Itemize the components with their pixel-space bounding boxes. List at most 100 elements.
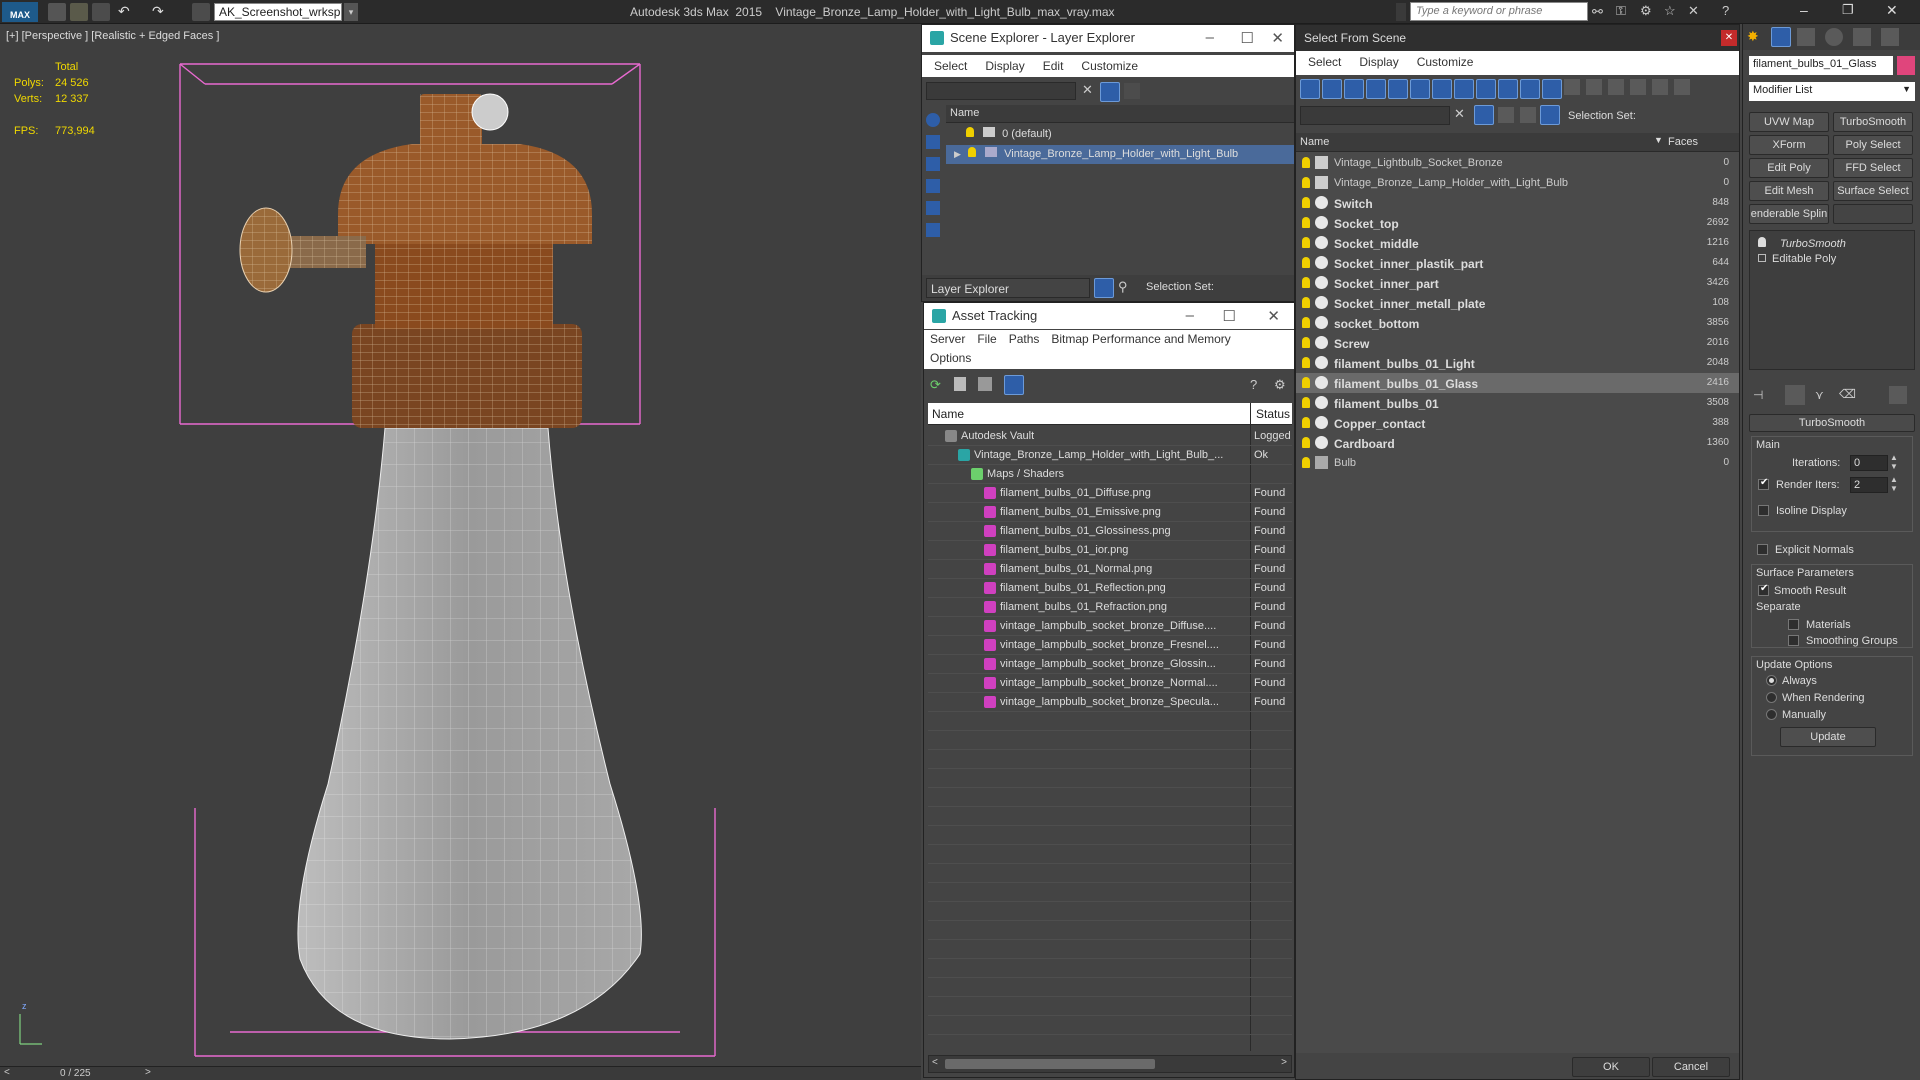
collapse-icon[interactable] xyxy=(1674,79,1690,95)
minimize-icon[interactable]: – xyxy=(1186,307,1194,324)
light-bulb-icon[interactable] xyxy=(1302,217,1310,228)
subscription-icon[interactable]: ⚙ xyxy=(1640,3,1652,19)
light-bulb-icon[interactable] xyxy=(967,147,976,157)
object-row[interactable]: filament_bulbs_01 3508 xyxy=(1296,393,1739,413)
object-color-swatch[interactable] xyxy=(1897,56,1915,75)
menu-customize[interactable]: Customize xyxy=(1069,55,1138,73)
display-lights-icon[interactable] xyxy=(926,157,940,171)
object-row[interactable]: Screw 2016 xyxy=(1296,333,1739,353)
menu-server[interactable]: Server xyxy=(924,330,965,346)
minimize-icon[interactable]: – xyxy=(1800,2,1808,18)
layers-icon[interactable] xyxy=(1520,107,1536,123)
modifier-button-enderable-splin[interactable]: enderable Splin xyxy=(1749,204,1829,224)
modifier-button-surface-select[interactable]: Surface Select xyxy=(1833,181,1913,201)
display-all-icon[interactable] xyxy=(1564,79,1580,95)
menu-paths[interactable]: Paths xyxy=(1003,330,1040,346)
object-row[interactable]: Socket_inner_part 3426 xyxy=(1296,273,1739,293)
light-bulb-icon[interactable] xyxy=(1302,417,1310,428)
col-name-label[interactable]: Name xyxy=(1300,136,1329,148)
display-lights-icon[interactable] xyxy=(1344,79,1364,99)
favorites-icon[interactable]: ☆ xyxy=(1664,3,1676,19)
layer-tools-icon[interactable] xyxy=(1124,83,1140,99)
modifier-button-uvw-map[interactable]: UVW Map xyxy=(1749,112,1829,132)
hierarchy-mode-icon[interactable] xyxy=(1652,79,1668,95)
light-bulb-icon[interactable] xyxy=(1302,177,1310,188)
scene-explorer-filter-input[interactable] xyxy=(926,82,1076,100)
light-bulb-icon[interactable] xyxy=(966,127,974,137)
when-rendering-radio[interactable] xyxy=(1766,692,1777,703)
list-view-icon[interactable] xyxy=(954,377,966,391)
rollout-title[interactable]: TurboSmooth xyxy=(1749,414,1915,432)
modifier-button-poly-select[interactable]: Poly Select xyxy=(1833,135,1913,155)
object-row[interactable]: socket_bottom 3856 xyxy=(1296,313,1739,333)
light-bulb-icon[interactable] xyxy=(1302,317,1310,328)
search-input[interactable]: Type a keyword or phrase xyxy=(1410,2,1588,21)
manually-radio[interactable] xyxy=(1766,709,1777,720)
remove-modifier-icon[interactable]: ⌫ xyxy=(1839,387,1856,401)
light-bulb-icon[interactable] xyxy=(1302,237,1310,248)
display-spacewarps-icon[interactable] xyxy=(926,223,940,237)
close-icon[interactable]: ✕ xyxy=(1267,307,1280,325)
asset-horizontal-scrollbar[interactable]: < > xyxy=(928,1055,1292,1073)
create-tab-icon[interactable]: ✸ xyxy=(1747,28,1765,46)
display-groups-icon[interactable] xyxy=(1432,79,1452,99)
object-row[interactable]: Socket_middle 1216 xyxy=(1296,233,1739,253)
max-logo[interactable]: MAX xyxy=(2,2,38,22)
close-icon[interactable]: ✕ xyxy=(1886,2,1898,19)
layer-row-default[interactable]: 0 (default) xyxy=(946,125,1294,144)
sort-icon[interactable] xyxy=(1498,107,1514,123)
filter-icon[interactable] xyxy=(1100,82,1120,102)
display-containers-icon[interactable] xyxy=(1498,79,1518,99)
light-bulb-icon[interactable] xyxy=(1302,257,1310,268)
object-row[interactable]: filament_bulbs_01_Light 2048 xyxy=(1296,353,1739,373)
menu-display[interactable]: Display xyxy=(973,55,1024,73)
object-row[interactable]: Switch 848 xyxy=(1296,193,1739,213)
menu-edit[interactable]: Edit xyxy=(1031,55,1064,73)
modifier-button-edit-mesh[interactable]: Edit Mesh xyxy=(1749,181,1829,201)
table-view-icon[interactable] xyxy=(978,377,992,391)
asset-row[interactable]: filament_bulbs_01_Diffuse.png Found xyxy=(928,484,1292,503)
light-bulb-icon[interactable] xyxy=(1302,337,1310,348)
menu-select[interactable]: Select xyxy=(1296,51,1341,69)
asset-row[interactable]: filament_bulbs_01_Reflection.png Found xyxy=(928,579,1292,598)
asset-row[interactable]: vintage_lampbulb_socket_bronze_Diffuse..… xyxy=(928,617,1292,636)
restore-icon[interactable]: ❐ xyxy=(1842,2,1854,18)
minimize-icon[interactable]: – xyxy=(1206,29,1214,46)
sort-arrow-icon[interactable]: ▼ xyxy=(1654,135,1663,145)
options-icon[interactable]: ⚙ xyxy=(1274,377,1286,393)
light-bulb-icon[interactable] xyxy=(1302,357,1310,368)
display-spacewarps-icon[interactable] xyxy=(1410,79,1430,99)
modify-tab-icon[interactable] xyxy=(1771,27,1791,47)
display-shapes-icon[interactable] xyxy=(926,135,940,149)
explicit-normals-checkbox[interactable] xyxy=(1757,544,1768,555)
update-button[interactable]: Update xyxy=(1780,727,1876,747)
display-geometry-icon[interactable] xyxy=(926,113,940,127)
asset-row[interactable]: filament_bulbs_01_Refraction.png Found xyxy=(928,598,1292,617)
light-bulb-icon[interactable] xyxy=(1302,197,1310,208)
light-bulb-icon[interactable] xyxy=(1302,397,1310,408)
col-faces-label[interactable]: Faces xyxy=(1668,136,1698,148)
make-unique-icon[interactable]: ⋎ xyxy=(1815,388,1824,402)
display-xrefs-icon[interactable] xyxy=(1454,79,1474,99)
timeline-bar[interactable]: < 0 / 225 > xyxy=(0,1066,921,1080)
light-bulb-icon[interactable] xyxy=(1302,157,1310,168)
pin-stack-icon[interactable]: ⊣ xyxy=(1753,388,1763,402)
show-end-result-icon[interactable] xyxy=(1785,385,1805,405)
asset-row[interactable]: vintage_lampbulb_socket_bronze_Normal...… xyxy=(928,674,1292,693)
display-invert-icon[interactable] xyxy=(1608,79,1624,95)
workspace-dropdown[interactable]: AK_Screenshot_wrksp xyxy=(214,3,342,21)
asset-row[interactable]: Maps / Shaders xyxy=(928,465,1292,484)
asset-row[interactable]: Autodesk Vault Logged xyxy=(928,427,1292,446)
render-iters-checkbox[interactable] xyxy=(1758,477,1769,490)
new-file-icon[interactable] xyxy=(48,3,66,21)
asset-row[interactable]: vintage_lampbulb_socket_bronze_Fresnel..… xyxy=(928,636,1292,655)
modifier-button-empty[interactable] xyxy=(1833,204,1913,224)
binoculars-icon[interactable]: ⚯ xyxy=(1592,4,1603,20)
utilities-tab-icon[interactable] xyxy=(1881,28,1899,46)
object-row[interactable]: filament_bulbs_01_Glass 2416 xyxy=(1296,373,1739,393)
close-icon[interactable]: ✕ xyxy=(1721,30,1737,46)
display-cameras-icon[interactable] xyxy=(1366,79,1386,99)
materials-checkbox[interactable] xyxy=(1788,619,1799,630)
display-cameras-icon[interactable] xyxy=(926,179,940,193)
display-hidden-icon[interactable] xyxy=(1542,79,1562,99)
